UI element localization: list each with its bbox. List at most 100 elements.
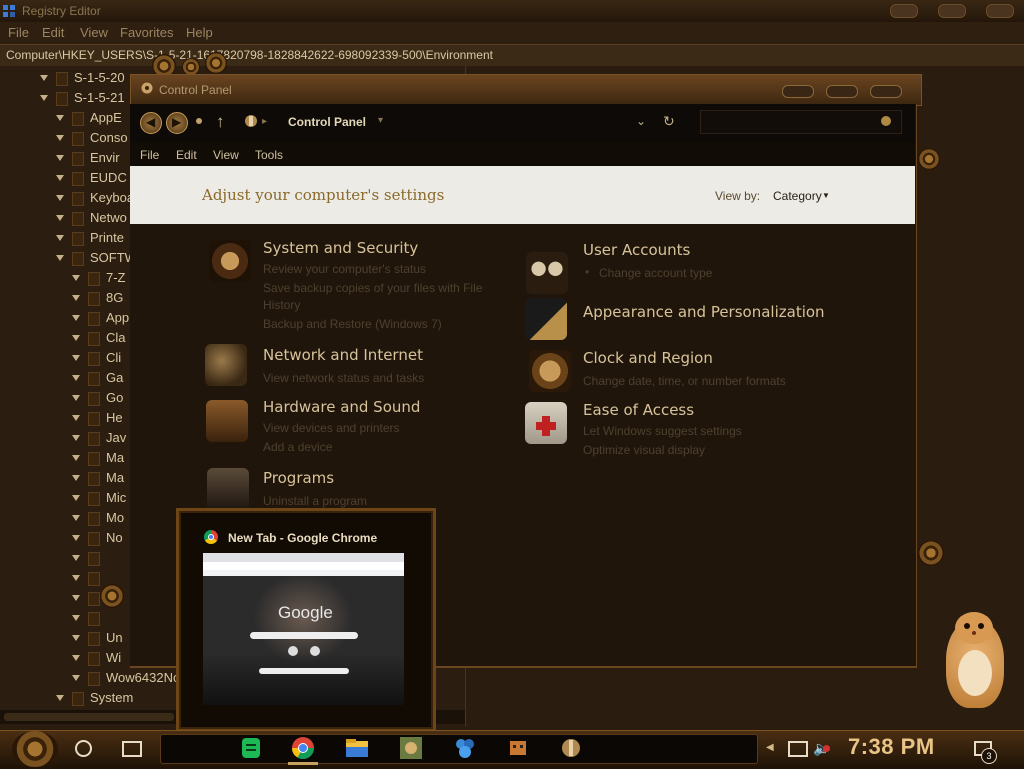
tree-expand-icon[interactable] bbox=[72, 675, 80, 681]
tree-expand-icon[interactable] bbox=[72, 615, 80, 621]
tray-overflow-chevron-icon[interactable]: ◀ bbox=[766, 742, 774, 753]
category-clock-and-region[interactable]: Clock and Region bbox=[583, 349, 713, 367]
cp-minimize-button[interactable] bbox=[782, 85, 814, 98]
cp-close-button[interactable] bbox=[870, 85, 902, 98]
tree-expand-icon[interactable] bbox=[72, 555, 80, 561]
view-by-dropdown-arrow-icon[interactable]: ▼ bbox=[822, 191, 830, 200]
tree-expand-icon[interactable] bbox=[72, 475, 80, 481]
photos-icon[interactable] bbox=[396, 735, 426, 761]
hardware-icon[interactable] bbox=[206, 400, 248, 442]
menu-edit[interactable]: Edit bbox=[42, 25, 64, 40]
link-change-account-type[interactable]: Change account type bbox=[599, 266, 712, 280]
refresh-icon[interactable]: ↻ bbox=[663, 113, 675, 130]
spotify-icon[interactable] bbox=[236, 735, 266, 761]
tree-expand-icon[interactable] bbox=[56, 255, 64, 261]
tree-expand-icon[interactable] bbox=[72, 635, 80, 641]
minimize-button[interactable] bbox=[890, 4, 918, 18]
tree-expand-icon[interactable] bbox=[72, 315, 80, 321]
link-devices-printers[interactable]: View devices and printers bbox=[263, 421, 400, 435]
cp-maximize-button[interactable] bbox=[826, 85, 858, 98]
menu-view[interactable]: View bbox=[80, 25, 108, 40]
programs-icon[interactable] bbox=[207, 468, 249, 510]
control-panel-icon[interactable] bbox=[556, 735, 586, 761]
ease-of-access-icon[interactable] bbox=[525, 402, 567, 444]
tree-expand-icon[interactable] bbox=[56, 195, 64, 201]
tree-expand-icon[interactable] bbox=[72, 435, 80, 441]
breadcrumb-control-panel[interactable]: Control Panel bbox=[288, 115, 366, 129]
network-icon[interactable] bbox=[205, 344, 247, 386]
security-icon[interactable] bbox=[209, 240, 251, 282]
user-accounts-icon[interactable] bbox=[526, 252, 568, 294]
tree-expand-icon[interactable] bbox=[72, 275, 80, 281]
category-network-and-internet[interactable]: Network and Internet bbox=[263, 346, 423, 364]
menu-help[interactable]: Help bbox=[186, 25, 213, 40]
search-taskbar-icon[interactable] bbox=[75, 740, 92, 757]
task-view-icon[interactable] bbox=[122, 741, 142, 757]
cp-menu-tools[interactable]: Tools bbox=[255, 148, 283, 162]
category-system-and-security[interactable]: System and Security bbox=[263, 239, 418, 257]
link-optimize-display[interactable]: Optimize visual display bbox=[583, 443, 705, 457]
tree-expand-icon[interactable] bbox=[72, 395, 80, 401]
cp-menu-view[interactable]: View bbox=[213, 148, 239, 162]
tree-expand-icon[interactable] bbox=[56, 235, 64, 241]
cp-menu-file[interactable]: File bbox=[140, 148, 159, 162]
back-button[interactable]: ◀ bbox=[140, 112, 162, 134]
link-backup-restore[interactable]: Backup and Restore (Windows 7) bbox=[263, 317, 442, 331]
category-appearance-and-personalization[interactable]: Appearance and Personalization bbox=[583, 303, 825, 321]
network-icon[interactable] bbox=[788, 741, 808, 757]
forward-button[interactable]: ▶ bbox=[166, 112, 188, 134]
file-explorer-icon[interactable] bbox=[342, 735, 372, 761]
tree-expand-icon[interactable] bbox=[72, 595, 80, 601]
tree-expand-icon[interactable] bbox=[72, 295, 80, 301]
category-ease-of-access[interactable]: Ease of Access bbox=[583, 401, 694, 419]
breadcrumb-dropdown-icon[interactable]: ▾ bbox=[378, 115, 383, 126]
category-user-accounts[interactable]: User Accounts bbox=[583, 241, 690, 259]
appearance-icon[interactable] bbox=[525, 298, 567, 340]
start-button[interactable] bbox=[12, 731, 58, 767]
tree-expand-icon[interactable] bbox=[72, 455, 80, 461]
close-button[interactable] bbox=[986, 4, 1014, 18]
tree-expand-icon[interactable] bbox=[72, 495, 80, 501]
breadcrumb-separator-icon[interactable]: ▸ bbox=[262, 116, 267, 127]
menu-favorites[interactable]: Favorites bbox=[120, 25, 173, 40]
tree-expand-icon[interactable] bbox=[72, 375, 80, 381]
category-hardware-and-sound[interactable]: Hardware and Sound bbox=[263, 398, 420, 416]
link-save-backup[interactable]: Save backup copies of your files with Fi… bbox=[263, 281, 482, 295]
link-file-history[interactable]: History bbox=[263, 298, 300, 312]
tree-expand-icon[interactable] bbox=[72, 355, 80, 361]
up-arrow-icon[interactable]: ↑ bbox=[216, 112, 225, 132]
tree-expand-icon[interactable] bbox=[56, 155, 64, 161]
cp-menu-edit[interactable]: Edit bbox=[176, 148, 197, 162]
tree-expand-icon[interactable] bbox=[56, 215, 64, 221]
clock-icon[interactable] bbox=[529, 350, 571, 392]
taskbar-clock[interactable]: 7:38 PM bbox=[848, 734, 935, 760]
chrome-icon[interactable] bbox=[288, 735, 318, 761]
tree-expand-icon[interactable] bbox=[72, 415, 80, 421]
tree-expand-icon[interactable] bbox=[56, 135, 64, 141]
address-history-chevron-icon[interactable]: ⌄ bbox=[636, 114, 646, 128]
tree-expand-icon[interactable] bbox=[56, 115, 64, 121]
link-uninstall-program[interactable]: Uninstall a program bbox=[263, 494, 367, 508]
tree-expand-icon[interactable] bbox=[56, 695, 64, 701]
tree-expand-icon[interactable] bbox=[72, 535, 80, 541]
tree-expand-icon[interactable] bbox=[72, 655, 80, 661]
maximize-button[interactable] bbox=[938, 4, 966, 18]
search-input[interactable] bbox=[700, 110, 902, 134]
recent-locations-button[interactable] bbox=[196, 118, 202, 124]
link-network-status[interactable]: View network status and tasks bbox=[263, 371, 424, 385]
tree-expand-icon[interactable] bbox=[72, 575, 80, 581]
category-programs[interactable]: Programs bbox=[263, 469, 334, 487]
view-by-dropdown[interactable]: Category bbox=[773, 189, 822, 203]
link-suggest-settings[interactable]: Let Windows suggest settings bbox=[583, 424, 742, 438]
registry-editor-titlebar[interactable] bbox=[0, 0, 1024, 22]
link-review-status[interactable]: Review your computer's status bbox=[263, 262, 426, 276]
tree-expand-icon[interactable] bbox=[40, 95, 48, 101]
tree-expand-icon[interactable] bbox=[72, 515, 80, 521]
menu-file[interactable]: File bbox=[8, 25, 29, 40]
search-icon[interactable] bbox=[881, 116, 891, 126]
scrollbar-thumb[interactable] bbox=[4, 713, 174, 721]
tree-expand-icon[interactable] bbox=[56, 175, 64, 181]
tree-expand-icon[interactable] bbox=[72, 335, 80, 341]
tree-expand-icon[interactable] bbox=[40, 75, 48, 81]
link-add-device[interactable]: Add a device bbox=[263, 440, 332, 454]
